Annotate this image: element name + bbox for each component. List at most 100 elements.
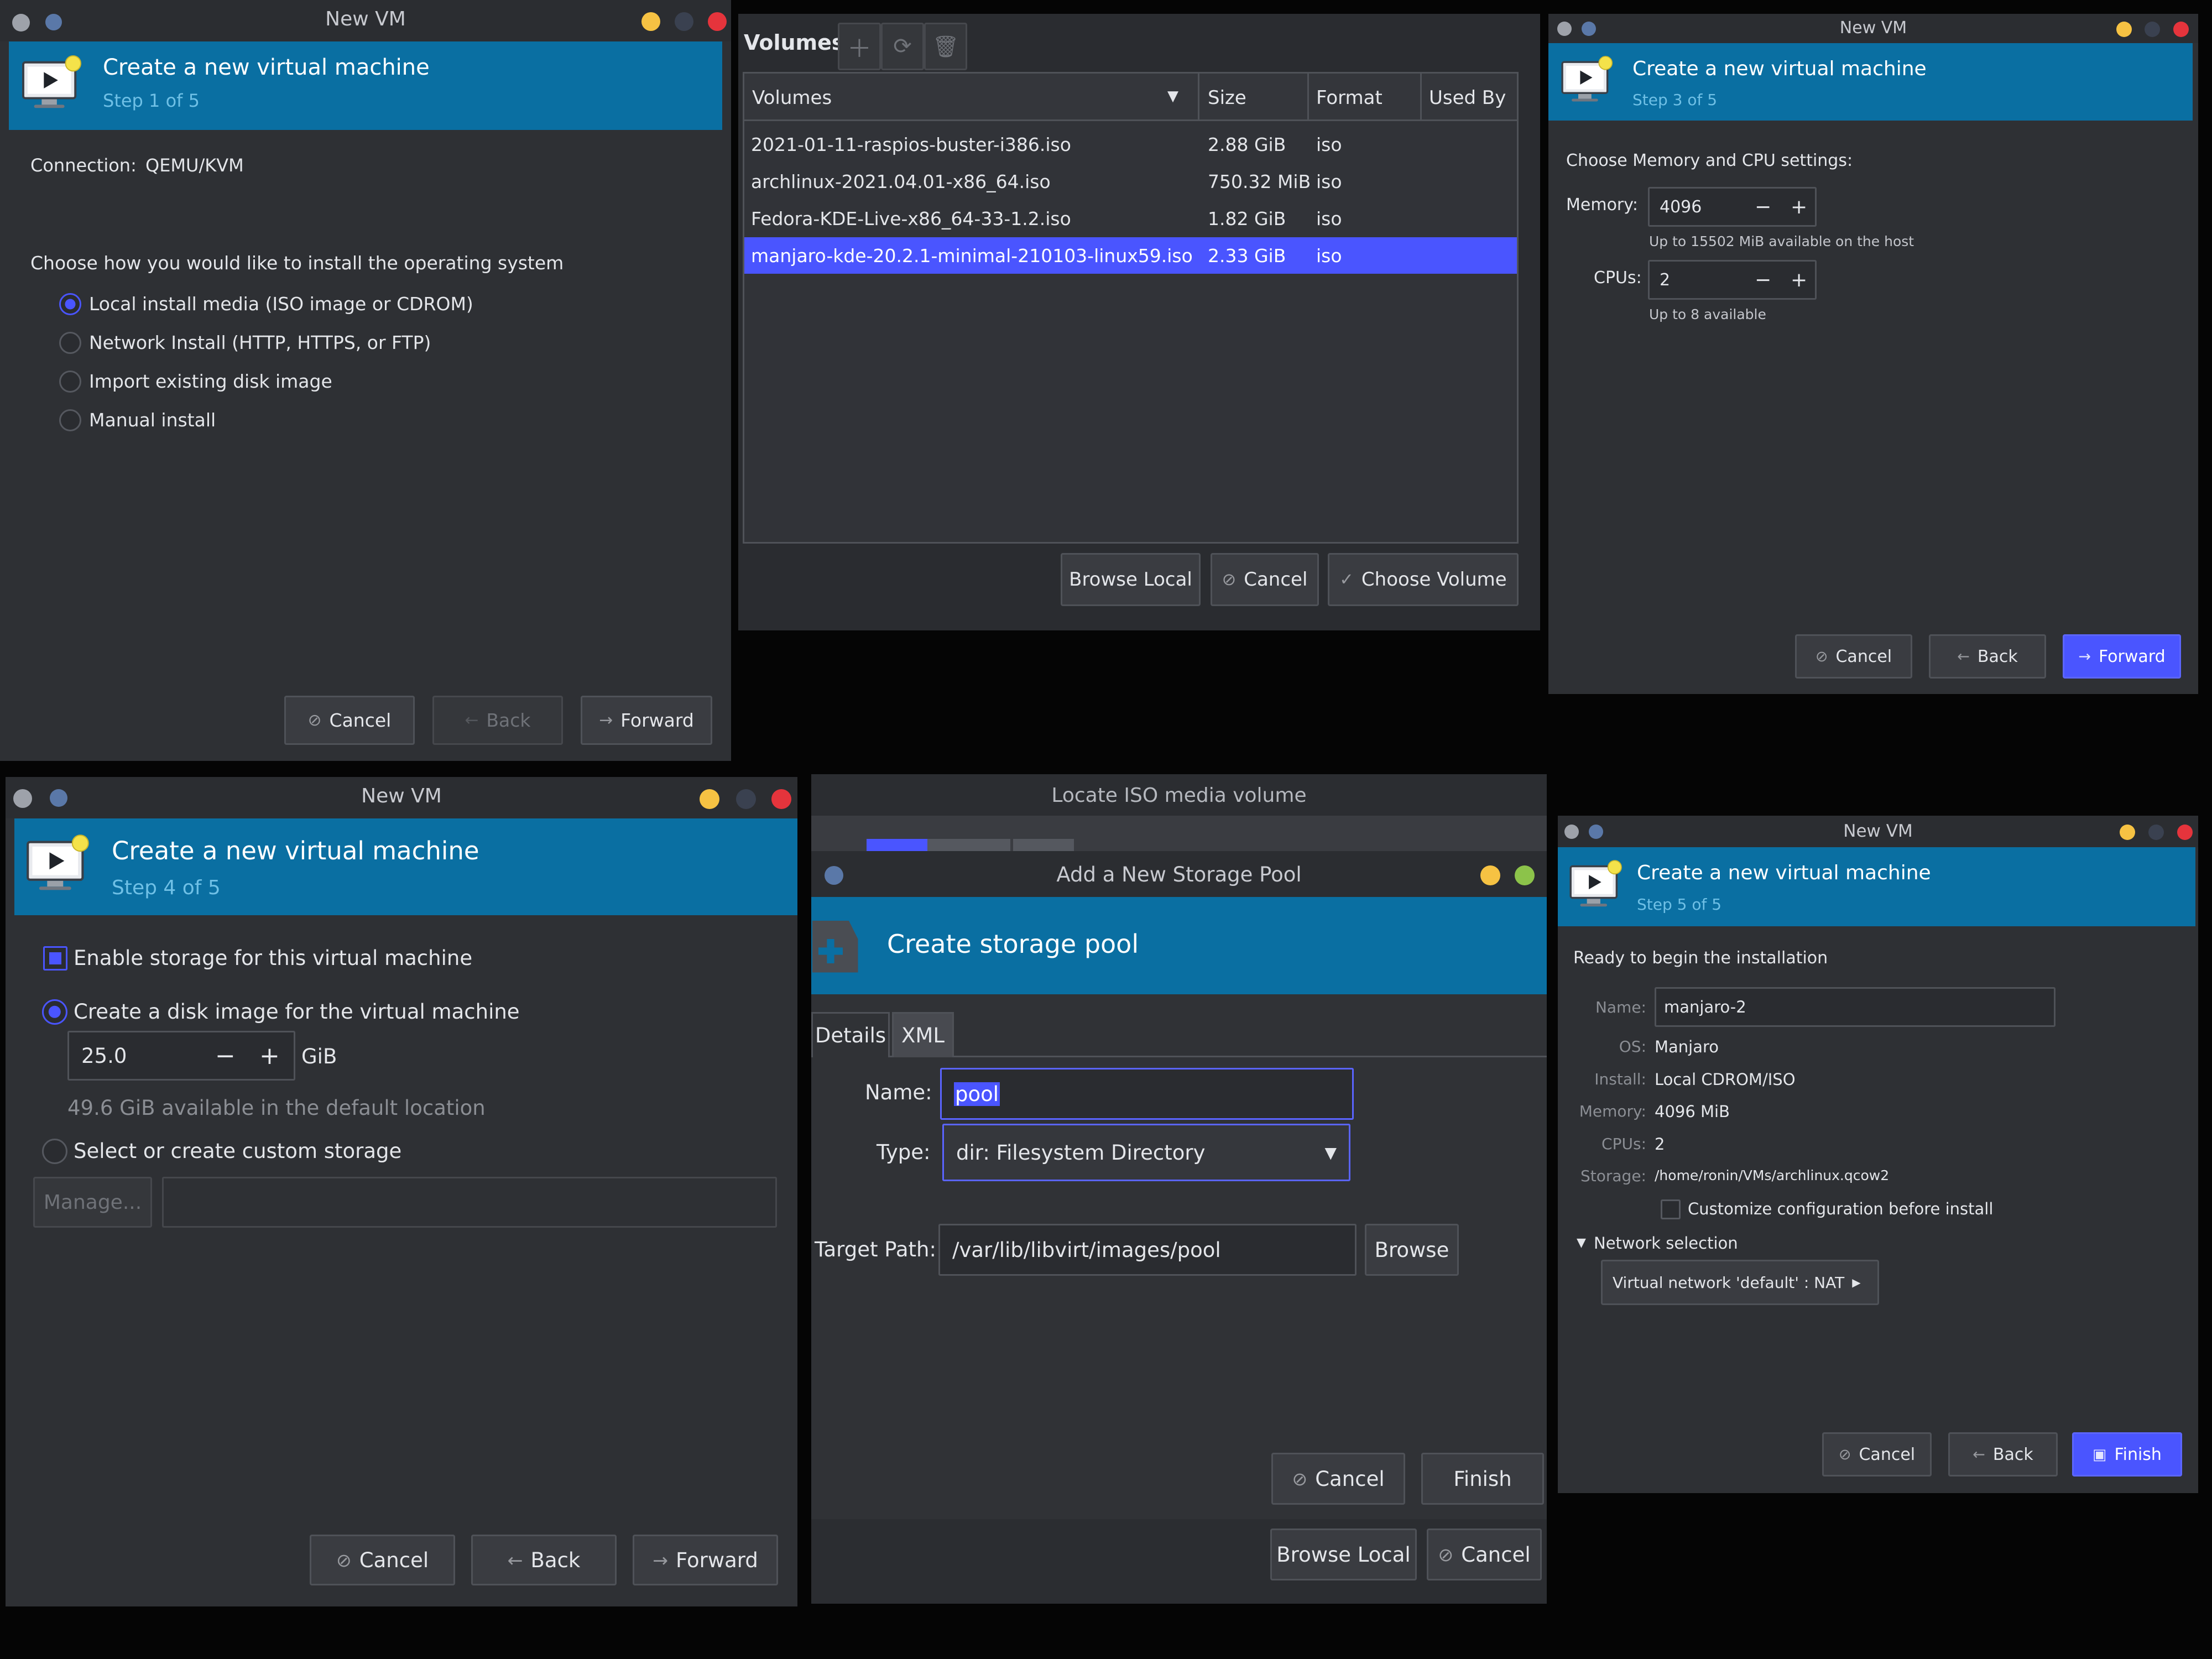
enable-storage-checkbox[interactable] bbox=[43, 946, 67, 971]
minimize-button[interactable] bbox=[2116, 22, 2132, 37]
decrease-size-button[interactable]: − bbox=[215, 1042, 236, 1070]
network-dropdown[interactable]: Virtual network 'default' : NAT ▶ bbox=[1601, 1260, 1879, 1305]
volume-format: iso bbox=[1316, 245, 1342, 267]
finish-button[interactable]: ▣ Finish bbox=[2072, 1432, 2182, 1477]
volume-name: 2021-01-11-raspios-buster-i386.iso bbox=[751, 134, 1071, 155]
network-section-label[interactable]: Network selection bbox=[1594, 1234, 1738, 1253]
create-disk-label[interactable]: Create a disk image for the virtual mach… bbox=[74, 1000, 520, 1024]
option-label[interactable]: Manual install bbox=[89, 409, 216, 431]
cancel-button[interactable]: ⊘ Cancel bbox=[284, 696, 415, 745]
back-button[interactable]: ← Back bbox=[432, 696, 563, 745]
back-button[interactable]: ← Back bbox=[1948, 1432, 2058, 1477]
customize-label[interactable]: Customize configuration before install bbox=[1688, 1199, 1993, 1218]
choose-volume-button[interactable]: ✓ Choose Volume bbox=[1328, 553, 1519, 606]
maximize-button[interactable] bbox=[2145, 22, 2160, 37]
memory-spinbox[interactable]: 4096 − + bbox=[1648, 187, 1817, 227]
browse-local-button[interactable]: Browse Local bbox=[1061, 553, 1201, 606]
radio-network-install[interactable] bbox=[59, 332, 81, 354]
tab-label: XML bbox=[901, 1024, 945, 1047]
summary-os-value: Manjaro bbox=[1655, 1037, 1719, 1056]
maximize-button[interactable] bbox=[2148, 825, 2164, 840]
table-row[interactable]: 2021-01-11-raspios-buster-i386.iso 2.88 … bbox=[744, 126, 1517, 163]
radio-manual-install[interactable] bbox=[59, 409, 81, 431]
cancel-button[interactable]: ⊘ Cancel bbox=[1271, 1453, 1405, 1505]
save-icon: ▣ bbox=[2093, 1446, 2107, 1463]
close-button[interactable] bbox=[708, 12, 727, 31]
add-volume-button[interactable]: ＋ bbox=[838, 23, 881, 70]
toolbar-tab[interactable] bbox=[1013, 839, 1074, 851]
maximize-button[interactable] bbox=[736, 789, 756, 809]
column-header[interactable]: Format bbox=[1316, 87, 1383, 109]
sort-down-icon[interactable]: ▼ bbox=[1167, 88, 1178, 105]
table-row[interactable]: archlinux-2021.04.01-x86_64.iso 750.32 M… bbox=[744, 163, 1517, 200]
refresh-button[interactable]: ⟳ bbox=[881, 23, 924, 70]
back-button[interactable]: ← Back bbox=[1929, 634, 2046, 679]
option-label[interactable]: Network Install (HTTP, HTTPS, or FTP) bbox=[89, 332, 431, 353]
minimize-button[interactable] bbox=[1480, 865, 1500, 885]
wizard-title: Create a new virtual machine bbox=[1637, 862, 1931, 884]
increase-cpus-button[interactable]: + bbox=[1791, 269, 1807, 291]
custom-storage-path-input[interactable] bbox=[162, 1177, 777, 1228]
memory-label: Memory: bbox=[1566, 195, 1638, 215]
browse-local-label: Browse Local bbox=[1276, 1542, 1411, 1567]
radio-import-disk[interactable] bbox=[59, 371, 81, 393]
install-prompt: Choose how you would like to install the… bbox=[30, 252, 564, 274]
browse-local-button[interactable]: Browse Local bbox=[1270, 1528, 1417, 1580]
tab-xml[interactable]: XML bbox=[892, 1012, 954, 1057]
disk-size-spinbox[interactable]: 25.0 − + bbox=[67, 1031, 295, 1081]
maximize-button[interactable] bbox=[1515, 865, 1535, 885]
finish-button[interactable]: Finish bbox=[1421, 1453, 1544, 1505]
table-row[interactable]: Fedora-KDE-Live-x86_64-33-1.2.iso 1.82 G… bbox=[744, 200, 1517, 237]
table-row-selected[interactable]: manjaro-kde-20.2.1-minimal-210103-linux5… bbox=[744, 237, 1517, 274]
customize-checkbox[interactable] bbox=[1661, 1199, 1681, 1219]
minimize-button[interactable] bbox=[641, 12, 660, 31]
cancel-button[interactable]: ⊘ Cancel bbox=[1427, 1528, 1542, 1580]
back-label: Back bbox=[1992, 1444, 2033, 1464]
cpus-spinbox[interactable]: 2 − + bbox=[1648, 260, 1817, 300]
volume-size: 750.32 MiB bbox=[1208, 171, 1311, 192]
increase-memory-button[interactable]: + bbox=[1791, 196, 1807, 218]
wizard-step: Step 3 of 5 bbox=[1632, 91, 1718, 109]
increase-size-button[interactable]: + bbox=[259, 1042, 280, 1070]
cancel-button[interactable]: ⊘ Cancel bbox=[1211, 553, 1319, 606]
option-label[interactable]: Local install media (ISO image or CDROM) bbox=[89, 293, 473, 315]
minimize-button[interactable] bbox=[700, 789, 719, 809]
forward-button[interactable]: → Forward bbox=[633, 1535, 778, 1585]
radio-local-install[interactable] bbox=[59, 293, 81, 315]
cancel-button[interactable]: ⊘ Cancel bbox=[310, 1535, 455, 1585]
pool-name-input[interactable]: pool bbox=[940, 1068, 1354, 1120]
close-button[interactable] bbox=[2177, 825, 2193, 840]
forward-button[interactable]: → Forward bbox=[2063, 634, 2181, 679]
option-label[interactable]: Import existing disk image bbox=[89, 371, 332, 392]
enable-storage-label[interactable]: Enable storage for this virtual machine bbox=[74, 946, 472, 970]
column-header[interactable]: Size bbox=[1208, 87, 1246, 109]
tab-details[interactable]: Details bbox=[811, 1012, 890, 1057]
delete-volume-button[interactable]: 🗑 bbox=[924, 23, 967, 70]
column-header[interactable]: Used By bbox=[1429, 87, 1506, 109]
toolbar-tab[interactable] bbox=[927, 839, 1010, 851]
close-button[interactable] bbox=[2173, 22, 2189, 37]
minimize-button[interactable] bbox=[2120, 825, 2135, 840]
pool-type-dropdown[interactable]: dir: Filesystem Directory ▼ bbox=[942, 1124, 1350, 1181]
decrease-cpus-button[interactable]: − bbox=[1755, 269, 1771, 291]
radio-custom-storage[interactable] bbox=[42, 1139, 67, 1164]
decrease-memory-button[interactable]: − bbox=[1755, 196, 1771, 218]
cancel-icon: ⊘ bbox=[1292, 1468, 1308, 1490]
cancel-button[interactable]: ⊘ Cancel bbox=[1822, 1432, 1932, 1477]
new-vm-step4-window: New VM Create a new virtual machine Step… bbox=[6, 777, 797, 1606]
custom-storage-label[interactable]: Select or create custom storage bbox=[74, 1139, 401, 1163]
target-path-input[interactable]: /var/lib/libvirt/images/pool bbox=[938, 1224, 1357, 1276]
radio-create-disk[interactable] bbox=[42, 999, 67, 1025]
manage-button[interactable]: Manage... bbox=[33, 1177, 152, 1228]
column-header[interactable]: Volumes bbox=[752, 87, 832, 109]
expander-down-icon[interactable]: ▼ bbox=[1577, 1236, 1586, 1250]
titlebar: New VM bbox=[1558, 816, 2198, 847]
wizard-title: Create a new virtual machine bbox=[103, 55, 430, 80]
close-button[interactable] bbox=[771, 789, 791, 809]
back-button[interactable]: ← Back bbox=[471, 1535, 617, 1585]
vm-name-input[interactable]: manjaro-2 bbox=[1655, 987, 2056, 1027]
cancel-button[interactable]: ⊘ Cancel bbox=[1795, 634, 1912, 679]
browse-button[interactable]: Browse bbox=[1365, 1224, 1459, 1276]
forward-button[interactable]: → Forward bbox=[581, 696, 712, 745]
maximize-button[interactable] bbox=[675, 12, 693, 31]
